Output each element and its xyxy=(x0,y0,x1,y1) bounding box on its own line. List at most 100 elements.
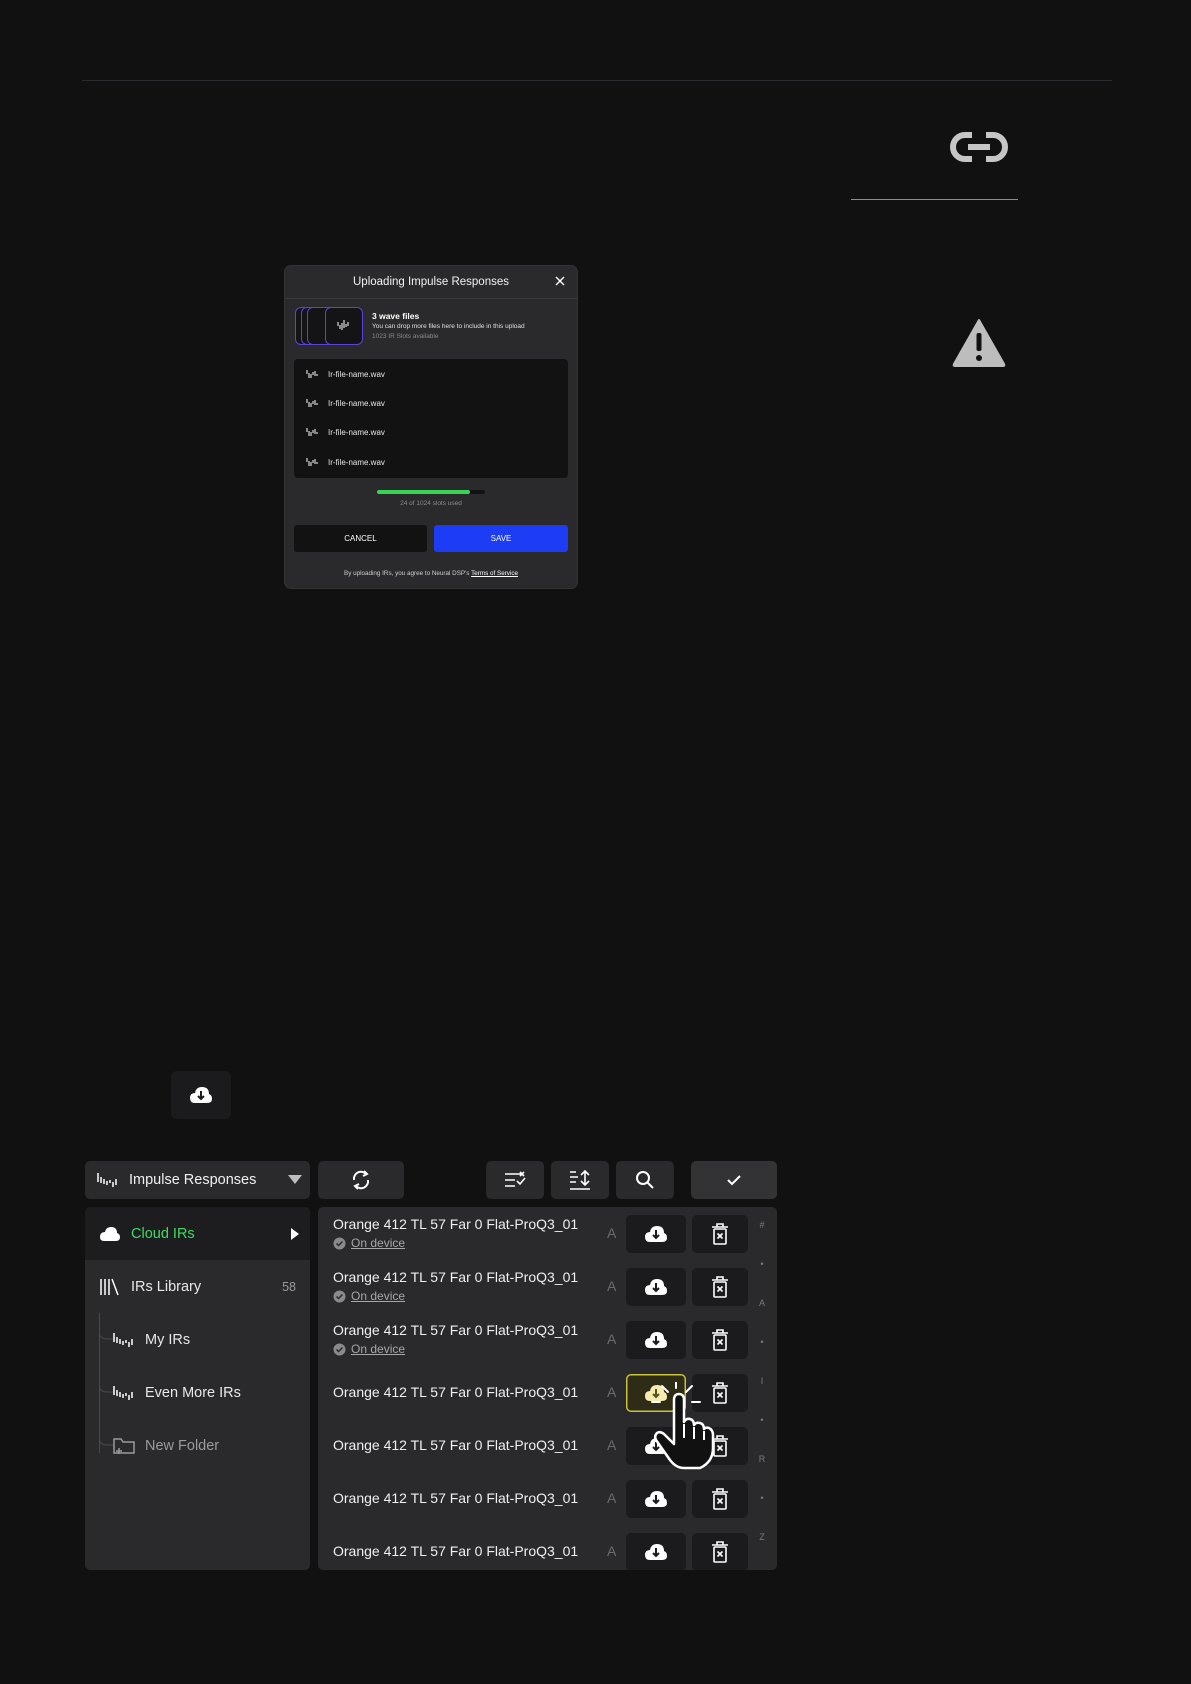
slots-used-label: 24 of 1024 slots used xyxy=(400,500,462,507)
index-letter[interactable]: Z xyxy=(755,1532,769,1542)
index-letter[interactable]: # xyxy=(755,1220,769,1230)
sidebar: Cloud IRs IRs Library 58 My IRs Even Mor… xyxy=(85,1207,310,1570)
delete-button[interactable] xyxy=(692,1321,748,1359)
index-letter[interactable]: I xyxy=(755,1376,769,1386)
table-row[interactable]: Orange 412 TL 57 Far 0 Flat-ProQ3_01 On d… xyxy=(318,1313,777,1366)
item-count: 58 xyxy=(282,1279,296,1294)
status-badge: On device xyxy=(333,1236,405,1250)
waveform-icon xyxy=(306,370,318,378)
file-item: Ir-file-name.wav xyxy=(306,455,385,469)
trash-icon xyxy=(712,1541,728,1563)
save-button[interactable]: SAVE xyxy=(434,525,568,552)
cloud-download-button[interactable] xyxy=(171,1071,231,1119)
drop-hint: You can drop more files here to include … xyxy=(372,323,525,330)
ir-letter: A xyxy=(607,1437,617,1453)
ir-letter: A xyxy=(607,1331,617,1347)
download-button[interactable] xyxy=(626,1533,686,1570)
library-icon xyxy=(100,1278,119,1295)
search-icon xyxy=(636,1171,654,1189)
ir-letter: A xyxy=(607,1384,617,1400)
index-letter[interactable]: A xyxy=(755,1298,769,1308)
download-button[interactable] xyxy=(626,1215,686,1253)
checklist-icon xyxy=(505,1171,526,1187)
sidebar-item-new-folder[interactable]: New Folder xyxy=(85,1419,310,1472)
delete-button[interactable] xyxy=(692,1268,748,1306)
on-device-link[interactable]: On device xyxy=(351,1289,405,1303)
new-folder-icon xyxy=(113,1437,135,1454)
sync-button[interactable] xyxy=(318,1161,404,1199)
download-button[interactable] xyxy=(626,1321,686,1359)
cloud-download-icon xyxy=(645,1279,667,1295)
index-letter[interactable]: R xyxy=(755,1454,769,1464)
download-button[interactable] xyxy=(626,1480,686,1518)
download-button[interactable] xyxy=(626,1268,686,1306)
trash-icon xyxy=(712,1488,728,1510)
waveform-icon xyxy=(306,458,318,466)
check-circle-icon xyxy=(333,1237,346,1249)
legal-notice: By uploading IRs, you agree to Neural DS… xyxy=(285,570,577,577)
table-row[interactable]: Orange 412 TL 57 Far 0 Flat-ProQ3_01 A xyxy=(318,1472,777,1525)
delete-button[interactable] xyxy=(692,1533,748,1570)
table-row[interactable]: Orange 412 TL 57 Far 0 Flat-ProQ3_01 A xyxy=(318,1525,777,1570)
table-row[interactable]: Orange 412 TL 57 Far 0 Flat-ProQ3_01 On d… xyxy=(318,1207,777,1260)
index-letter[interactable]: • xyxy=(755,1337,769,1347)
ir-type-dropdown[interactable]: Impulse Responses xyxy=(85,1161,310,1199)
ir-name: Orange 412 TL 57 Far 0 Flat-ProQ3_01 xyxy=(333,1269,579,1285)
close-icon[interactable] xyxy=(553,274,567,288)
file-name: Ir-file-name.wav xyxy=(328,457,385,467)
waveform-icon xyxy=(97,1173,117,1187)
file-name: Ir-file-name.wav xyxy=(328,369,385,379)
trash-icon xyxy=(712,1276,728,1298)
index-letter[interactable]: • xyxy=(755,1493,769,1503)
waveform-icon xyxy=(306,399,318,407)
ir-letter: A xyxy=(607,1490,617,1506)
sidebar-item-label: New Folder xyxy=(145,1437,220,1454)
ir-name: Orange 412 TL 57 Far 0 Flat-ProQ3_01 xyxy=(333,1216,579,1232)
sidebar-item-even-more-irs[interactable]: Even More IRs xyxy=(85,1366,310,1419)
search-button[interactable] xyxy=(616,1161,674,1199)
cloud-download-icon xyxy=(645,1544,667,1560)
slots-progress-bar xyxy=(377,490,485,494)
sidebar-item-my-irs[interactable]: My IRs xyxy=(85,1313,310,1366)
index-letter[interactable]: • xyxy=(755,1259,769,1269)
table-row[interactable]: Orange 412 TL 57 Far 0 Flat-ProQ3_01 On d… xyxy=(318,1260,777,1313)
sidebar-item-cloud-irs[interactable]: Cloud IRs xyxy=(85,1207,310,1260)
refresh-icon xyxy=(352,1170,370,1190)
on-device-link[interactable]: On device xyxy=(351,1342,405,1356)
file-list: Ir-file-name.wav Ir-file-name.wav Ir-fil… xyxy=(294,359,568,478)
index-letter[interactable]: • xyxy=(755,1415,769,1425)
file-item: Ir-file-name.wav xyxy=(306,425,385,439)
multi-select-button[interactable] xyxy=(486,1161,544,1199)
file-stack-icon xyxy=(295,307,363,345)
dropdown-label: Impulse Responses xyxy=(129,1172,257,1188)
slots-progress-fill xyxy=(377,490,470,494)
on-device-link[interactable]: On device xyxy=(351,1236,405,1250)
status-badge: On device xyxy=(333,1342,405,1356)
confirm-button[interactable] xyxy=(691,1161,777,1199)
legal-text: By uploading IRs, you agree to Neural DS… xyxy=(344,570,472,577)
sort-icon xyxy=(570,1169,590,1190)
upload-dialog: Uploading Impulse Responses 3 wave files… xyxy=(285,266,577,588)
sidebar-item-irs-library[interactable]: IRs Library 58 xyxy=(85,1260,310,1313)
delete-button[interactable] xyxy=(692,1215,748,1253)
file-name: Ir-file-name.wav xyxy=(328,398,385,408)
cloud-download-icon xyxy=(645,1226,667,1242)
ir-name: Orange 412 TL 57 Far 0 Flat-ProQ3_01 xyxy=(333,1322,579,1338)
pointer-hand-icon xyxy=(648,1381,718,1472)
checkmark-icon xyxy=(727,1175,741,1186)
waveform-icon xyxy=(306,428,318,436)
chevron-down-icon xyxy=(288,1175,302,1184)
cloud-download-icon xyxy=(645,1491,667,1507)
status-badge: On device xyxy=(333,1289,405,1303)
dialog-title: Uploading Impulse Responses xyxy=(353,276,509,288)
file-item: Ir-file-name.wav xyxy=(306,396,385,410)
check-circle-icon xyxy=(333,1343,346,1355)
delete-button[interactable] xyxy=(692,1480,748,1518)
waveform-icon xyxy=(113,1385,133,1400)
sort-button[interactable] xyxy=(551,1161,609,1199)
ir-letter: A xyxy=(607,1225,617,1241)
terms-link[interactable]: Terms of Service xyxy=(471,570,518,577)
ir-name: Orange 412 TL 57 Far 0 Flat-ProQ3_01 xyxy=(333,1384,579,1400)
cancel-button[interactable]: CANCEL xyxy=(294,525,427,552)
file-item: Ir-file-name.wav xyxy=(306,367,385,381)
